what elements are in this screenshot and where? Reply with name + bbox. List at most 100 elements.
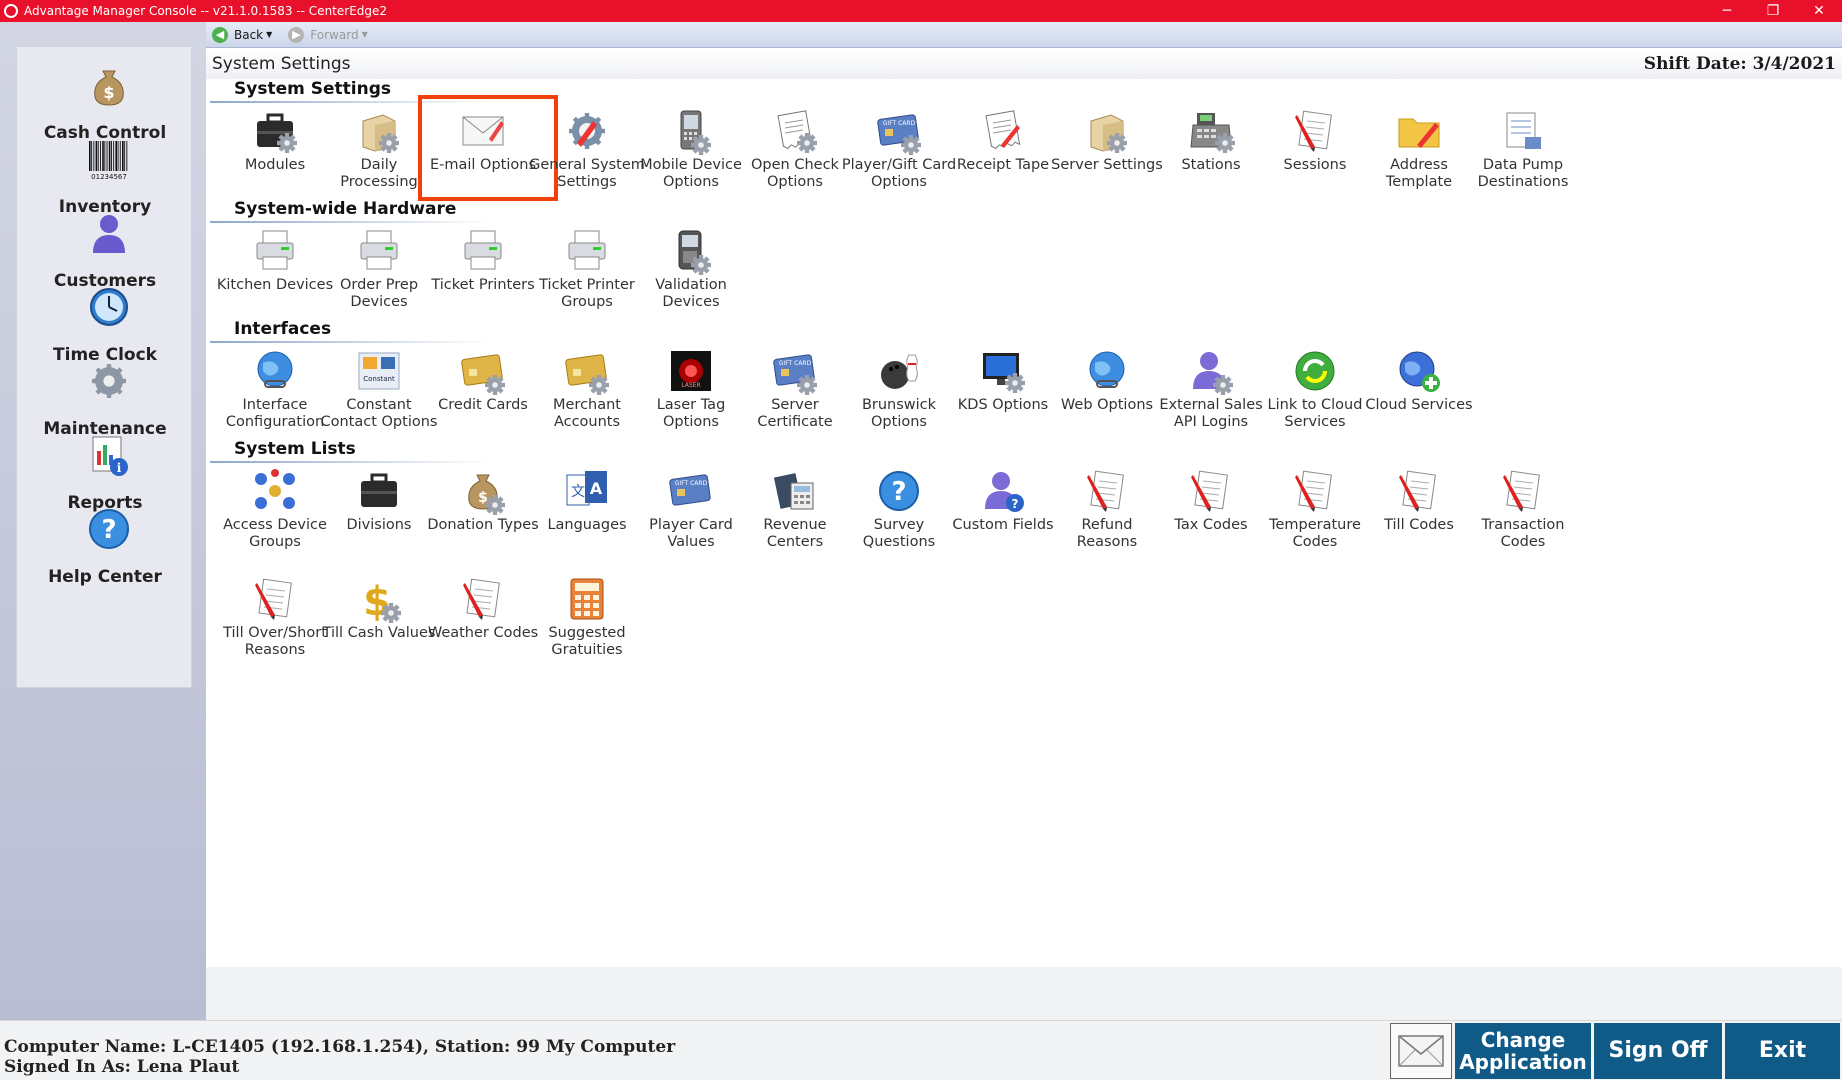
messages-button[interactable] [1390,1023,1452,1079]
sign-off-button[interactable]: Sign Off [1594,1023,1722,1079]
nav-item-label: Help Center [48,567,162,587]
envelope-icon [459,107,507,155]
dollar-gear-icon: $ [355,575,403,625]
exit-label: Exit [1758,1038,1807,1063]
list-pencil-icon [1187,467,1235,515]
settings-content: System Settings System-wide Hardware Int… [206,79,1842,967]
receipt-gear-icon [771,107,819,155]
money-bag-icon: $ [85,61,127,109]
globe-link-icon [251,347,299,395]
left-navigation-pane: $ Cash Control 01234567 Inventory Customers T… [0,22,206,1020]
section-title-system-settings: System Settings [234,79,391,99]
laser-tag-icon: LASER [667,347,715,395]
box-gear-icon [355,107,403,155]
forward-dropdown-icon[interactable]: ▼ [362,30,368,39]
tile-label: Suggested Gratuities [548,625,626,658]
list-pencil-icon [1291,467,1339,515]
globe-link-icon [1083,347,1131,395]
language-icon: 文A [563,467,611,515]
sign-off-label: Sign Off [1608,1038,1708,1063]
person-question-icon: ? [979,467,1027,515]
svg-text:A: A [590,479,603,498]
window-title: Advantage Manager Console -- v21.1.0.158… [24,4,388,18]
svg-text:文: 文 [571,484,585,500]
printer-icon [459,227,507,275]
tile-label: Data Pump Destinations [1477,157,1569,190]
data-pump-icon [1499,107,1547,155]
exit-button[interactable]: Exit [1725,1023,1840,1079]
tile-label: Validation Devices [655,277,727,310]
tile-label: Cloud Services [1365,397,1473,413]
tile-suggested-gratuities[interactable]: Suggested Gratuities [526,571,648,667]
money-bag-gear-icon: $ [459,467,507,515]
bowling-icon [875,347,923,395]
restore-button[interactable]: ❐ [1750,0,1796,22]
envelope-icon [1398,1035,1444,1067]
monitor-gear-icon [979,347,1027,395]
content-footer-area [206,967,1842,1020]
clock-icon [85,283,128,331]
question-icon: ? [875,467,923,515]
gear-icon [85,357,127,405]
svg-text:?: ? [891,477,906,507]
list-pencil-icon [459,575,507,623]
printer-icon [251,227,299,275]
close-button[interactable]: ✕ [1796,0,1842,22]
tile-validation-devices[interactable]: Validation Devices [630,223,752,319]
change-application-button[interactable]: Change Application [1455,1023,1591,1079]
navigation-card: $ Cash Control 01234567 Inventory Customers T… [16,46,192,688]
list-pencil-icon [1395,467,1443,515]
receipt-icon [979,107,1027,155]
computer-info: Computer Name: L-CE1405 (192.168.1.254),… [4,1037,676,1057]
globe-plus-icon [1395,347,1443,395]
group-icon [251,467,299,515]
validation-device-icon [667,227,715,275]
session-list-icon [1291,107,1339,155]
title-bar: Advantage Manager Console -- v21.1.0.158… [0,0,1842,22]
person-icon [85,209,127,257]
back-dropdown-icon[interactable]: ▼ [266,30,272,39]
gift-card-gear-icon: GIFT CARD [875,107,923,155]
briefcase-gear-icon [251,107,299,155]
barcode-icon: 01234567 [85,135,128,183]
gear-pencil-icon [563,107,611,155]
page-title: System Settings [212,54,351,74]
svg-text:GIFT CARD: GIFT CARD [883,120,916,127]
svg-text:?: ? [101,515,116,545]
list-pencil-icon [1499,467,1547,515]
back-label: Back [234,27,264,42]
back-arrow-icon: ◀ [212,26,228,43]
svg-text:01234567: 01234567 [91,173,127,181]
minimize-button[interactable]: ─ [1704,0,1750,22]
help-icon: ? [85,505,129,553]
svg-text:GIFT CARD: GIFT CARD [675,480,708,487]
signed-in-user: Signed In As: Lena Plaut [4,1057,240,1077]
nav-item-help-center[interactable]: ? Help Center [17,505,193,592]
briefcase-icon [355,467,403,515]
printer-icon [355,227,403,275]
tile-label: Transaction Codes [1481,517,1565,550]
constant-contact-icon: Constant [355,347,403,395]
svg-text:LASER: LASER [681,382,700,389]
calculator-book-icon [771,467,819,515]
cloud-sync-icon [1291,347,1339,395]
calculator-icon [563,575,611,623]
credit-card-gear-icon [563,347,611,395]
section-title-interfaces: Interfaces [234,319,332,339]
tile-data-pump-destinations[interactable]: Data Pump Destinations [1462,103,1584,199]
tile-cloud-services[interactable]: Cloud Services [1358,343,1480,439]
gift-card-icon: GIFT CARD [667,467,715,515]
register-icon [1187,107,1235,155]
list-pencil-icon [251,575,299,623]
certificate-card-icon: GIFT CARD [771,347,819,395]
back-button[interactable]: ◀ Back ▼ [212,26,272,43]
folder-pencil-icon [1395,107,1443,155]
svg-text:?: ? [1012,497,1019,511]
svg-text:$: $ [103,83,114,102]
credit-card-gear-icon [459,347,507,395]
tile-transaction-codes[interactable]: Transaction Codes [1462,463,1584,559]
forward-button[interactable]: ▶ Forward ▼ [288,26,368,43]
box-gear-icon [1083,107,1131,155]
mobile-device-icon [667,107,715,155]
section-title-hardware: System-wide Hardware [234,199,457,219]
